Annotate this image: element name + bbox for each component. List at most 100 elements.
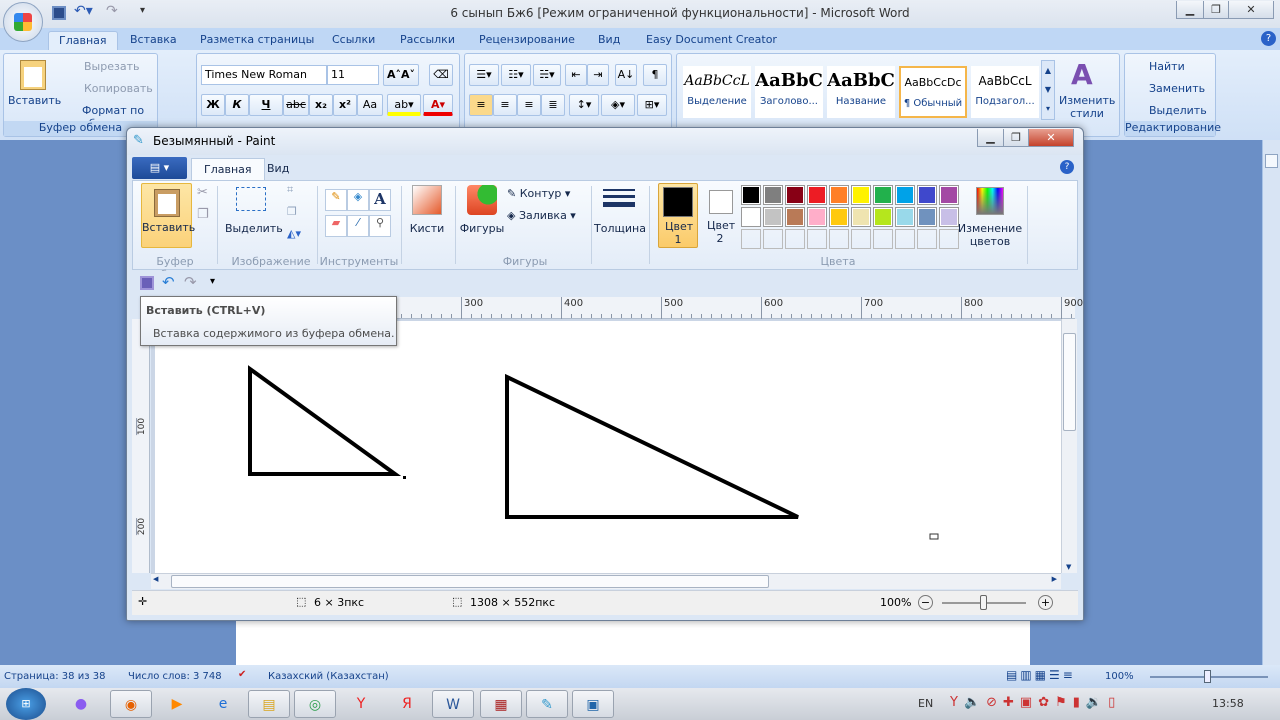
justify-button[interactable]: ≣ [541,94,565,116]
taskbar-yandex-browser-icon[interactable]: Y [340,690,382,718]
font-name-combo[interactable]: Times New Roman [201,65,327,85]
word-minimize-button[interactable]: ▁ [1176,1,1204,19]
select-button[interactable]: Выделить [1149,104,1207,117]
paint-copy-icon[interactable]: ❐ [197,207,209,222]
word-tab-easy-document-creator[interactable]: Easy Document Creator [636,31,787,50]
multilevel-list-button[interactable]: ☵▾ [533,64,561,86]
word-tab-review[interactable]: Рецензирование [469,31,585,50]
word-tab-references[interactable]: Ссылки [322,31,385,50]
style-heading[interactable]: AaBbC Заголово... [755,66,823,118]
zoom-out-button[interactable]: − [918,595,933,610]
magnifier-tool[interactable]: ⚲ [369,215,391,237]
palette-color-swatch[interactable] [851,185,871,205]
taskbar-explorer-icon[interactable]: ▤ [248,690,290,718]
show-marks-button[interactable]: ¶ [643,64,667,86]
word-zoom-slider[interactable] [1150,670,1268,683]
word-tab-view[interactable]: Вид [588,31,630,50]
sort-button[interactable]: A↓ [615,64,637,86]
taskbar-ie-icon[interactable]: e [202,690,244,718]
palette-color-swatch[interactable] [939,185,959,205]
edit-colors-button[interactable]: Изменение цветов [957,222,1023,248]
palette-color-swatch[interactable] [851,207,871,227]
palette-color-swatch[interactable] [741,185,761,205]
eraser-tool[interactable]: ▰ [325,215,347,237]
highlight-button[interactable]: ab▾ [387,94,421,116]
palette-color-swatch[interactable] [895,185,915,205]
palette-empty-swatch[interactable] [939,229,959,249]
palette-color-swatch[interactable] [917,185,937,205]
fill-tool[interactable]: ◈ [347,189,369,211]
paint-tab-view[interactable]: Вид [267,162,289,175]
paint-zoom-slider[interactable] [942,595,1026,610]
palette-empty-swatch[interactable] [807,229,827,249]
palette-empty-swatch[interactable] [873,229,893,249]
color2-button[interactable]: Цвет 2 [701,183,741,248]
decrease-indent-button[interactable]: ⇤ [565,64,587,86]
styles-scroll-buttons[interactable]: ▲ ▼ ▾ [1041,60,1055,120]
palette-empty-swatch[interactable] [917,229,937,249]
canvas-resize-handle[interactable] [929,533,939,540]
language-indicator[interactable]: EN [918,697,933,710]
word-tab-home[interactable]: Главная [48,31,118,50]
palette-color-swatch[interactable] [939,207,959,227]
increase-indent-button[interactable]: ⇥ [587,64,609,86]
line-spacing-button[interactable]: ↕▾ [569,94,599,116]
size-button[interactable]: Толщина [593,222,647,235]
superscript-button[interactable]: x² [333,94,357,116]
paint-redo-icon[interactable]: ↷ [184,273,197,291]
taskbar-chrome-icon[interactable]: ◎ [294,690,336,718]
strikethrough-button[interactable]: abc [283,94,309,116]
find-button[interactable]: Найти [1149,60,1185,73]
align-center-button[interactable]: ≡ [493,94,517,116]
palette-color-swatch[interactable] [741,207,761,227]
word-vertical-scrollbar[interactable] [1262,140,1280,665]
word-tab-mailings[interactable]: Рассылки [390,31,465,50]
change-styles-button[interactable]: Изменить стили [1059,94,1115,120]
borders-button[interactable]: ⊞▾ [637,94,667,116]
style-subtitle[interactable]: AaBbCcL Подзагол... [971,66,1039,118]
pencil-tool[interactable]: ✎ [325,189,347,211]
cut-button[interactable]: Вырезать [84,60,139,73]
taskbar-winrar-icon[interactable]: ▦ [480,690,522,718]
align-right-button[interactable]: ≡ [517,94,541,116]
shading-button[interactable]: ◈▾ [601,94,635,116]
replace-button[interactable]: Заменить [1149,82,1205,95]
align-left-button[interactable]: ≡ [469,94,493,116]
word-zoom-level[interactable]: 100% [1105,671,1134,682]
paint-horizontal-scrollbar[interactable]: ◀ ▶ [151,573,1061,589]
word-restore-button[interactable]: ❐ [1203,1,1229,19]
fill-button[interactable]: ◈ Заливка ▾ [507,209,576,222]
view-buttons[interactable]: ▤▥▦☰≡ [1006,668,1076,682]
taskbar-word-icon[interactable]: W [432,690,474,718]
drawing-canvas[interactable] [155,321,1061,573]
word-paste-button[interactable]: Вставить [8,94,61,107]
word-page[interactable] [236,620,1030,665]
system-tray-icons[interactable]: Y🔈⊘✚▣✿⚑▮🔉▯ [950,695,1121,710]
palette-color-swatch[interactable] [829,185,849,205]
palette-color-swatch[interactable] [763,207,783,227]
palette-color-swatch[interactable] [763,185,783,205]
color1-button[interactable]: Цвет 1 [658,183,698,248]
taskbar-firefox-icon[interactable]: ◉ [110,690,152,718]
palette-empty-swatch[interactable] [785,229,805,249]
crop-icon[interactable]: ⌗ [287,183,293,197]
rotate-icon[interactable]: ◭▾ [287,227,301,240]
taskbar-paint-icon[interactable]: ✎ [526,690,568,718]
paint-paste-button[interactable]: Вставить [141,183,195,248]
paint-vertical-scrollbar[interactable]: ▼ [1061,319,1077,573]
paint-cut-icon[interactable]: ✂ [197,185,208,200]
word-close-button[interactable]: ✕ [1228,1,1274,19]
italic-button[interactable]: К [225,94,249,116]
taskbar-alice-icon[interactable]: ● [60,690,102,718]
word-tab-insert[interactable]: Вставка [120,31,187,50]
taskbar-media-icon[interactable]: ▶ [156,690,198,718]
subscript-button[interactable]: x₂ [309,94,333,116]
page-count[interactable]: Страница: 38 из 38 [4,671,105,682]
palette-color-swatch[interactable] [829,207,849,227]
palette-color-swatch[interactable] [785,207,805,227]
shapes-button[interactable]: Фигуры [457,222,507,235]
brushes-button[interactable]: Кисти [405,222,449,235]
palette-color-swatch[interactable] [807,185,827,205]
word-count[interactable]: Число слов: 3 748 [128,671,222,682]
word-tab-page-layout[interactable]: Разметка страницы [190,31,324,50]
